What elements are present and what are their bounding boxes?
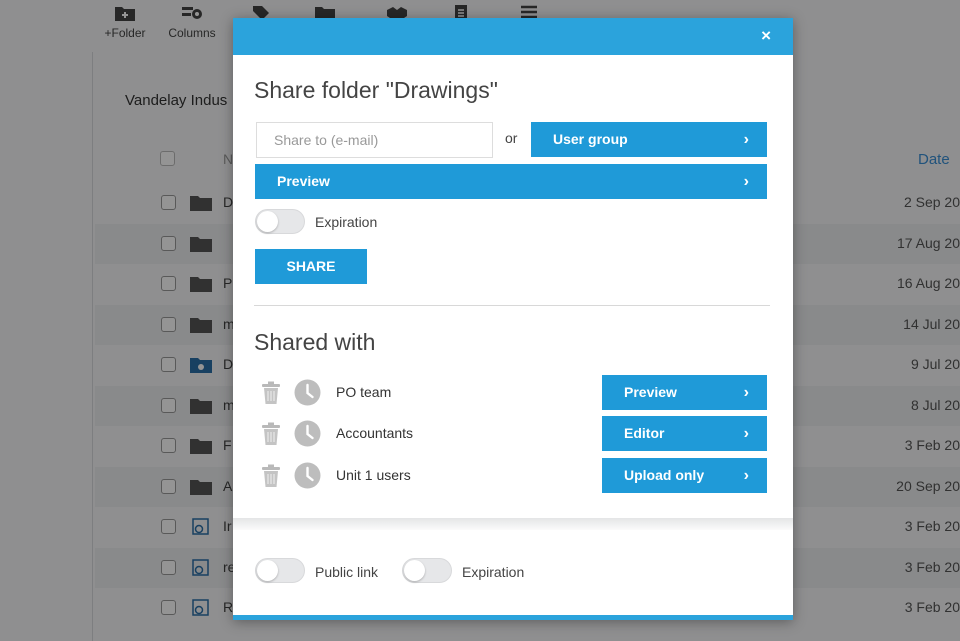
link-expiration-toggle[interactable] bbox=[402, 558, 452, 583]
public-link-label: Public link bbox=[315, 564, 379, 580]
chevron-right-icon: › bbox=[743, 131, 749, 148]
clock-icon[interactable] bbox=[294, 379, 321, 406]
shared-user-name: Accountants bbox=[336, 425, 414, 441]
clock-icon[interactable] bbox=[294, 420, 321, 447]
toggle-knob bbox=[257, 560, 278, 581]
expiration-toggle[interactable] bbox=[255, 209, 305, 234]
share-dialog: × Share folder "Drawings" or User group … bbox=[233, 18, 793, 620]
divider bbox=[254, 305, 770, 306]
shared-user-name: PO team bbox=[336, 384, 392, 400]
permission-dropdown-label: Preview bbox=[277, 173, 330, 189]
permission-label: Preview bbox=[624, 384, 677, 400]
user-group-button[interactable]: User group › bbox=[531, 122, 767, 157]
dialog-footer-bar bbox=[233, 615, 793, 620]
close-icon[interactable]: × bbox=[761, 27, 771, 45]
shared-user-name: Unit 1 users bbox=[336, 467, 411, 483]
permission-label: Editor bbox=[624, 425, 665, 441]
link-expiration-label: Expiration bbox=[462, 564, 525, 580]
dialog-title: Share folder "Drawings" bbox=[254, 77, 498, 103]
toggle-knob bbox=[257, 211, 278, 232]
dialog-header-bar: × bbox=[233, 18, 793, 55]
permission-select[interactable]: Preview › bbox=[602, 375, 767, 410]
chevron-right-icon: › bbox=[743, 384, 749, 401]
share-email-input[interactable] bbox=[256, 122, 493, 158]
chevron-right-icon: › bbox=[743, 425, 749, 442]
share-button[interactable]: SHARE bbox=[255, 249, 367, 284]
footer-divider bbox=[233, 518, 793, 530]
trash-icon[interactable] bbox=[260, 422, 282, 446]
clock-icon[interactable] bbox=[294, 462, 321, 489]
expiration-label: Expiration bbox=[315, 214, 378, 230]
or-label: or bbox=[505, 130, 518, 146]
toggle-knob bbox=[404, 560, 425, 581]
public-link-toggle[interactable] bbox=[255, 558, 305, 583]
user-group-label: User group bbox=[553, 131, 628, 147]
trash-icon[interactable] bbox=[260, 464, 282, 488]
shared-with-row: Accountants Editor › bbox=[255, 416, 771, 451]
permission-select[interactable]: Upload only › bbox=[602, 458, 767, 493]
permission-dropdown[interactable]: Preview › bbox=[255, 164, 767, 199]
permission-label: Upload only bbox=[624, 467, 705, 483]
chevron-right-icon: › bbox=[743, 467, 749, 484]
chevron-right-icon: › bbox=[743, 173, 749, 190]
shared-with-row: PO team Preview › bbox=[255, 375, 771, 410]
shared-with-row: Unit 1 users Upload only › bbox=[255, 458, 771, 493]
permission-select[interactable]: Editor › bbox=[602, 416, 767, 451]
shared-with-title: Shared with bbox=[254, 329, 376, 355]
trash-icon[interactable] bbox=[260, 381, 282, 405]
